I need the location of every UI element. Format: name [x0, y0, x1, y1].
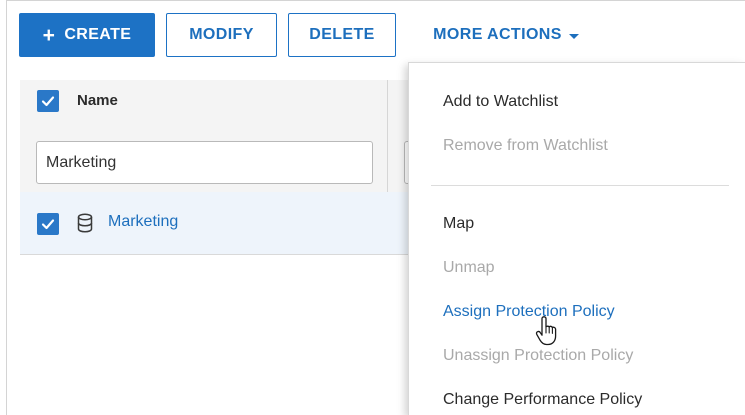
modify-button[interactable]: MODIFY	[166, 13, 277, 57]
delete-button[interactable]: DELETE	[288, 13, 396, 57]
more-actions-menu: Add to Watchlist Remove from Watchlist M…	[408, 62, 745, 415]
modify-button-label: MODIFY	[189, 26, 254, 43]
menu-item-assign-protection-policy[interactable]: Assign Protection Policy	[443, 303, 615, 321]
name-filter-input[interactable]	[36, 141, 373, 184]
row-checkbox[interactable]	[37, 213, 59, 235]
menu-item-change-performance-policy[interactable]: Change Performance Policy	[443, 391, 642, 409]
menu-separator	[431, 185, 729, 186]
delete-button-label: DELETE	[309, 26, 375, 43]
row-name-link[interactable]: Marketing	[108, 213, 178, 231]
column-divider[interactable]	[387, 80, 388, 192]
checkmark-icon	[41, 96, 55, 107]
more-actions-label: MORE ACTIONS	[433, 26, 562, 43]
create-button-label: CREATE	[64, 26, 132, 43]
database-icon	[77, 213, 93, 233]
menu-item-add-to-watchlist[interactable]: Add to Watchlist	[443, 93, 558, 111]
menu-item-unassign-protection-policy: Unassign Protection Policy	[443, 347, 634, 364]
column-header-name[interactable]: Name	[77, 92, 118, 109]
select-all-checkbox[interactable]	[37, 90, 59, 112]
plus-icon: +	[42, 23, 56, 47]
menu-item-unmap: Unmap	[443, 259, 495, 276]
menu-item-remove-from-watchlist: Remove from Watchlist	[443, 137, 608, 154]
more-actions-button[interactable]: MORE ACTIONS	[418, 13, 594, 57]
caret-down-icon	[568, 33, 579, 39]
hand-cursor-icon	[535, 316, 557, 346]
create-button[interactable]: + CREATE	[19, 13, 155, 57]
checkmark-icon	[41, 219, 55, 230]
menu-item-map[interactable]: Map	[443, 215, 474, 233]
